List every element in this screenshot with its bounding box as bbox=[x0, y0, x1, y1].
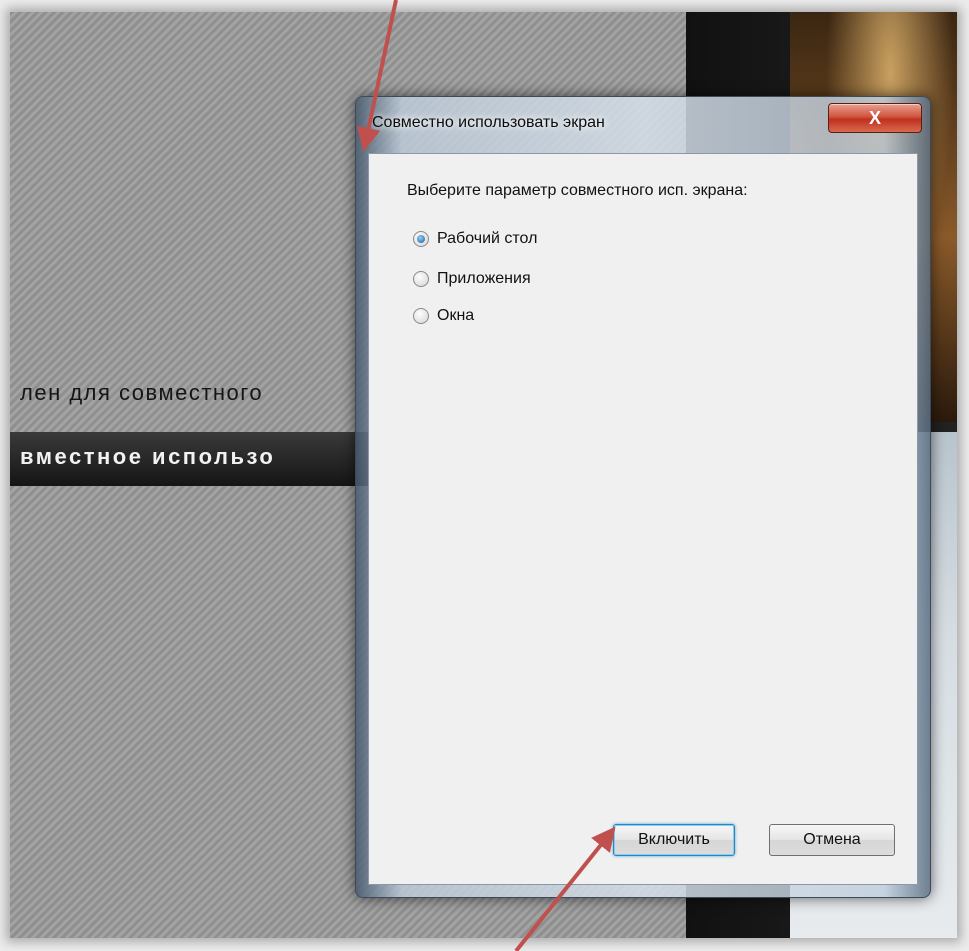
arrow-to-dialog-title bbox=[356, 0, 398, 152]
annotation-arrows bbox=[356, 0, 616, 951]
arrow-to-enable-button bbox=[514, 826, 616, 951]
